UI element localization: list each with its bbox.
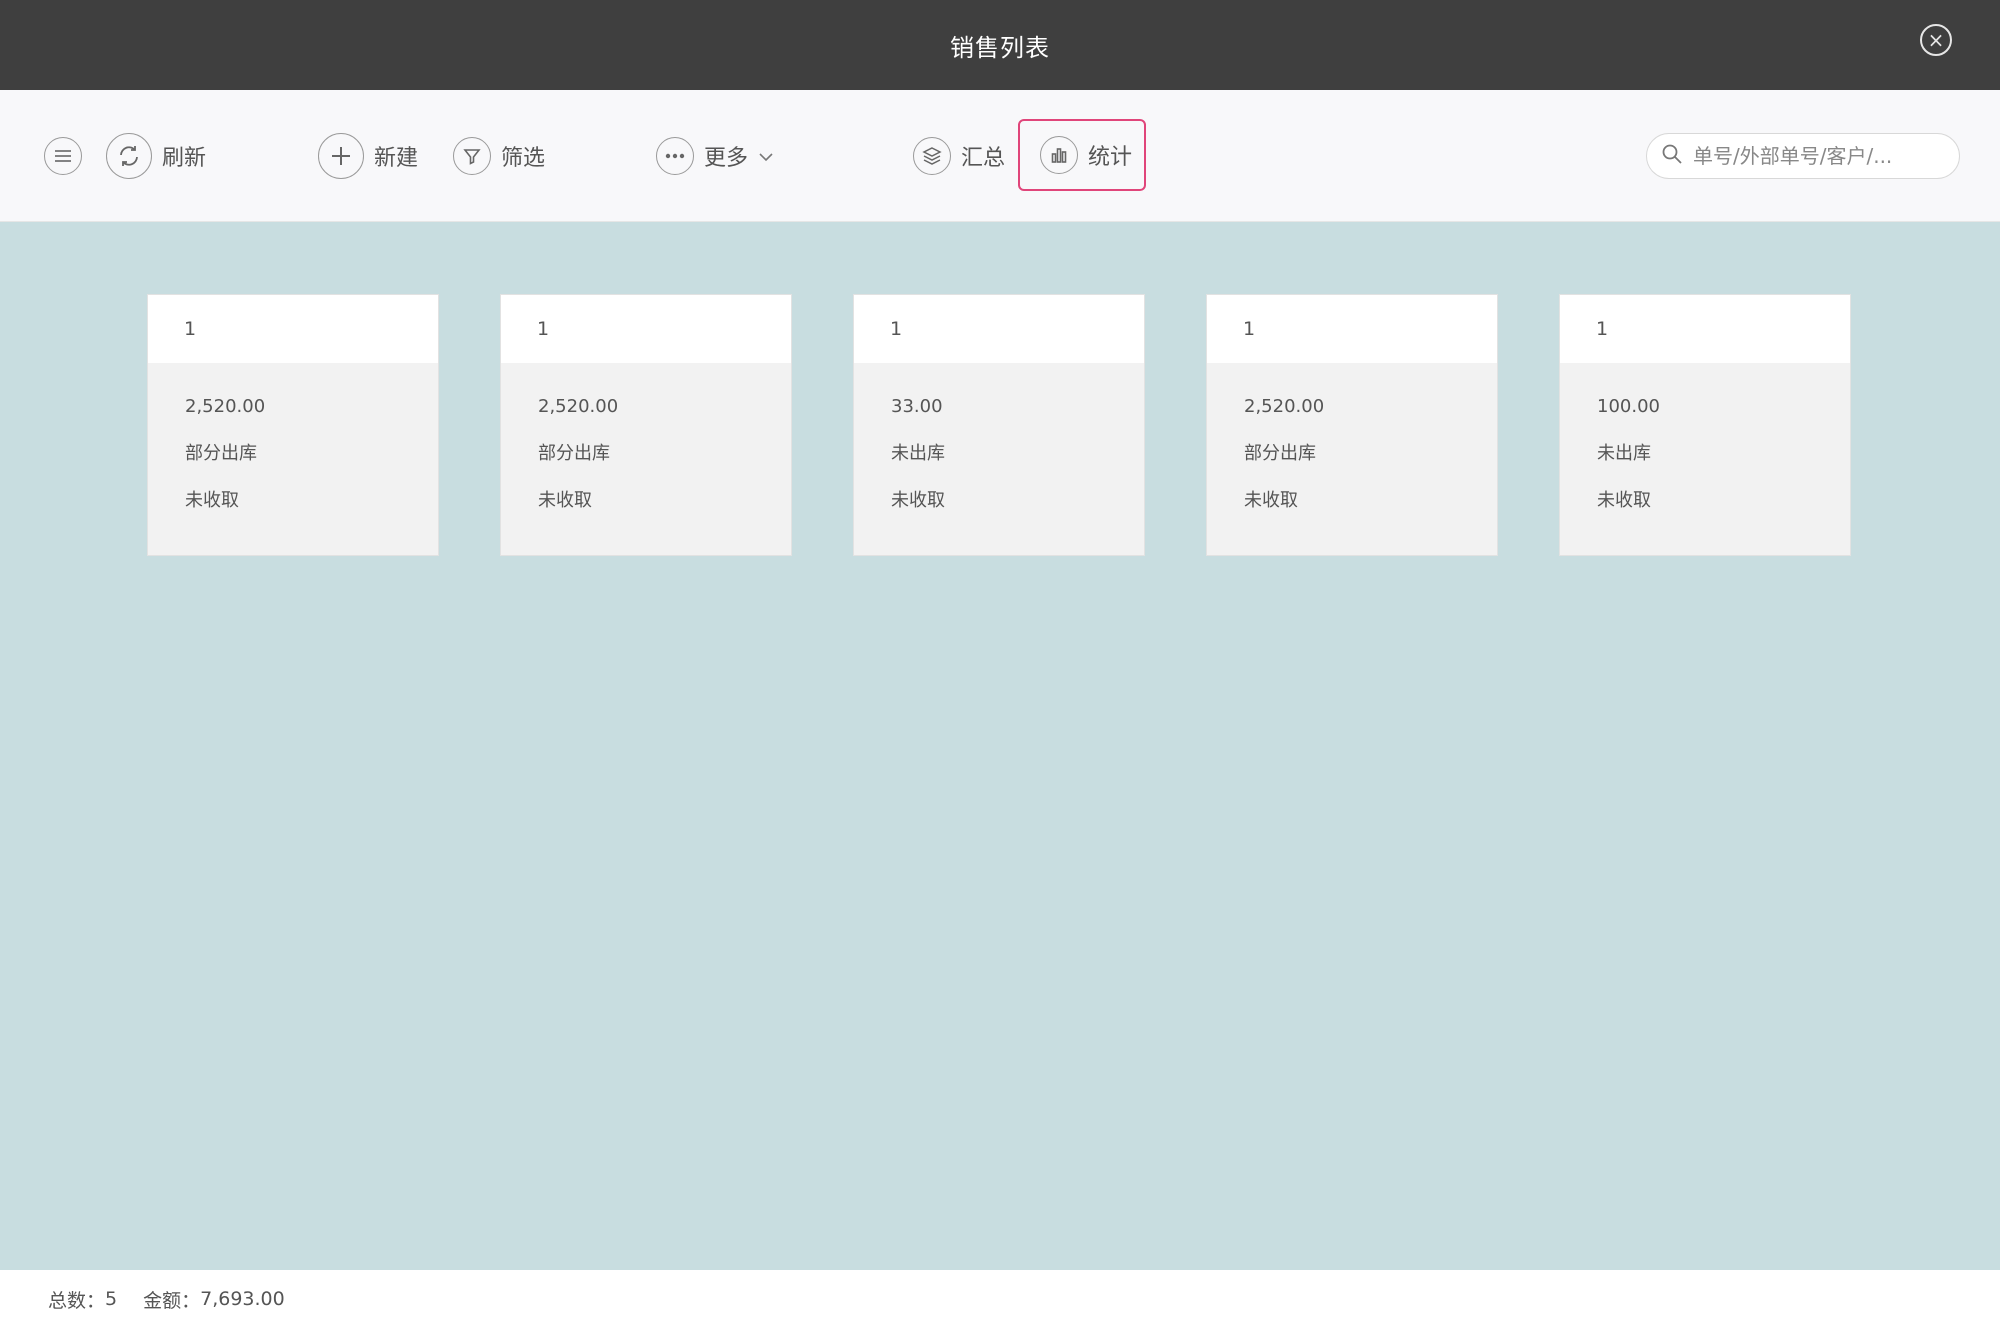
card-amount: 2,520.00 — [538, 396, 619, 417]
close-icon[interactable]: × — [1920, 24, 1952, 56]
total-count-label: 总数： — [48, 1289, 106, 1312]
layers-icon — [913, 137, 951, 175]
more-button[interactable]: 更多 — [656, 90, 774, 222]
status-footer: 总数： 5 金额： 7,693.00 — [0, 1270, 2000, 1328]
menu-button[interactable] — [44, 90, 82, 222]
search-box[interactable] — [1646, 133, 1960, 179]
menu-icon — [44, 137, 82, 175]
stats-label: 统计 — [1088, 145, 1133, 170]
card-title: 1 — [1207, 295, 1497, 363]
card-amount: 2,520.00 — [185, 396, 266, 417]
sales-card[interactable]: 1 33.00 未出库 未收取 — [853, 294, 1145, 556]
chevron-down-icon — [758, 147, 774, 166]
filter-button[interactable]: 筛选 — [453, 90, 545, 222]
refresh-button[interactable]: 刷新 — [106, 90, 206, 222]
new-label: 新建 — [374, 146, 419, 171]
search-icon — [1661, 143, 1683, 169]
card-payment-status: 未收取 — [891, 490, 945, 511]
plus-icon — [318, 133, 364, 179]
summary-button[interactable]: 汇总 — [913, 90, 1005, 222]
card-shipping-status: 未出库 — [891, 443, 945, 464]
card-shipping-status: 未出库 — [1597, 443, 1651, 464]
sales-card[interactable]: 1 2,520.00 部分出库 未收取 — [1206, 294, 1498, 556]
filter-icon — [453, 137, 491, 175]
card-amount: 100.00 — [1597, 396, 1660, 417]
sales-card[interactable]: 1 100.00 未出库 未收取 — [1559, 294, 1851, 556]
title-bar: 销售列表 × — [0, 0, 2000, 90]
new-button[interactable]: 新建 — [318, 90, 418, 222]
sales-card-list: 1 2,520.00 部分出库 未收取 1 2,520.00 部分出库 未收取 … — [147, 294, 1851, 556]
card-amount: 33.00 — [891, 396, 943, 417]
card-title: 1 — [854, 295, 1144, 363]
card-shipping-status: 部分出库 — [1244, 443, 1316, 464]
refresh-icon — [106, 133, 152, 179]
card-title: 1 — [501, 295, 791, 363]
card-title: 1 — [1560, 295, 1850, 363]
total-count-value: 5 — [105, 1288, 118, 1310]
card-payment-status: 未收取 — [1597, 490, 1651, 511]
total-amount-value: 7,693.00 — [200, 1288, 285, 1310]
summary-label: 汇总 — [961, 146, 1006, 171]
card-shipping-status: 部分出库 — [538, 443, 610, 464]
stats-button[interactable]: 统计 — [1018, 119, 1146, 191]
sales-card[interactable]: 1 2,520.00 部分出库 未收取 — [147, 294, 439, 556]
filter-label: 筛选 — [501, 146, 546, 171]
bar-chart-icon — [1040, 136, 1078, 174]
card-payment-status: 未收取 — [185, 490, 239, 511]
window-title: 销售列表 — [950, 33, 1050, 62]
sales-card[interactable]: 1 2,520.00 部分出库 未收取 — [500, 294, 792, 556]
total-amount-label: 金额： — [143, 1289, 201, 1312]
search-input[interactable] — [1693, 144, 1943, 168]
card-payment-status: 未收取 — [1244, 490, 1298, 511]
refresh-label: 刷新 — [162, 146, 207, 171]
more-label: 更多 — [704, 146, 749, 171]
card-amount: 2,520.00 — [1244, 396, 1325, 417]
card-payment-status: 未收取 — [538, 490, 592, 511]
card-shipping-status: 部分出库 — [185, 443, 257, 464]
more-dots-icon — [656, 137, 694, 175]
card-title: 1 — [148, 295, 438, 363]
